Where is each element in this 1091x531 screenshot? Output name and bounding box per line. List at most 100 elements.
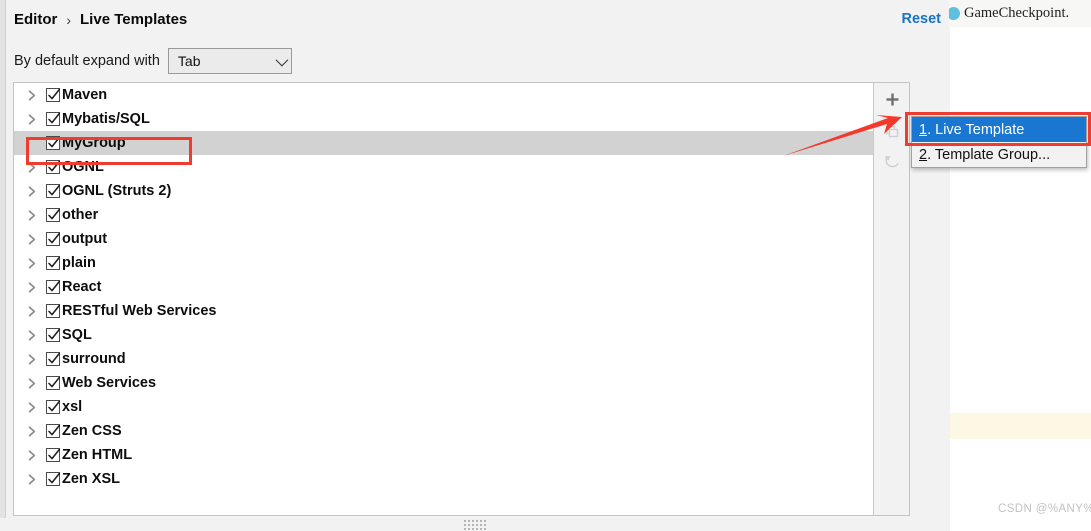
copy-icon xyxy=(885,125,899,138)
tree-row-label: MyGroup xyxy=(62,135,126,151)
editor-tab-gamecheckpoint[interactable]: GameCheckpoint. xyxy=(948,0,1091,27)
tree-row[interactable]: plain xyxy=(14,251,893,275)
plus-icon xyxy=(886,93,898,105)
tree-row-label: OGNL xyxy=(62,159,104,175)
revert-button[interactable] xyxy=(874,147,910,179)
group-enabled-checkbox[interactable] xyxy=(46,160,60,174)
tree-row[interactable]: Mybatis/SQL xyxy=(14,107,893,131)
tree-row[interactable]: Zen CSS xyxy=(14,419,893,443)
tree-row[interactable]: other xyxy=(14,203,893,227)
chevron-right-icon[interactable] xyxy=(28,257,42,269)
watermark-text: CSDN @%ANY% xyxy=(998,503,1091,515)
editor-area[interactable] xyxy=(949,27,1091,531)
tree-row-label: xsl xyxy=(62,399,83,415)
tree-row-label: Zen CSS xyxy=(62,423,122,439)
template-groups-panel: Maven Mybatis/SQL MyGroup OGNL OGNL (Struts … xyxy=(13,82,910,516)
group-enabled-checkbox[interactable] xyxy=(46,328,60,342)
chevron-right-icon[interactable] xyxy=(28,449,42,461)
panel-splitter[interactable] xyxy=(0,518,949,531)
group-enabled-checkbox[interactable] xyxy=(46,88,60,102)
chevron-right-icon[interactable] xyxy=(28,473,42,485)
tree-row[interactable]: Zen HTML xyxy=(14,443,893,467)
tree-row[interactable]: MyGroup xyxy=(14,131,893,155)
expand-with-value: Tab xyxy=(177,53,201,69)
menu-item-label: . Template Group... xyxy=(927,146,1051,163)
tree-row[interactable]: SQL xyxy=(14,323,893,347)
group-enabled-checkbox[interactable] xyxy=(46,304,60,318)
undo-arrow-icon xyxy=(885,156,899,168)
chevron-right-icon[interactable] xyxy=(28,425,42,437)
chevron-right-icon[interactable] xyxy=(28,281,42,293)
tree-row-label: SQL xyxy=(62,327,92,343)
group-enabled-checkbox[interactable] xyxy=(46,400,60,414)
chevron-right-icon[interactable] xyxy=(28,185,42,197)
duplicate-button[interactable] xyxy=(874,115,910,147)
breadcrumb: Editor › Live Templates xyxy=(14,11,187,28)
group-enabled-checkbox[interactable] xyxy=(46,232,60,246)
add-button[interactable] xyxy=(874,83,910,115)
tree-row-label: Zen HTML xyxy=(62,447,133,463)
chevron-right-icon[interactable] xyxy=(28,89,42,101)
breadcrumb-current: Live Templates xyxy=(80,11,188,28)
chevron-right-icon[interactable] xyxy=(28,353,42,365)
tree-row-label: Maven xyxy=(62,87,108,103)
chevron-right-icon[interactable] xyxy=(28,401,42,413)
tree-row-label: React xyxy=(62,279,102,295)
java-file-icon xyxy=(949,7,960,20)
tree-row-label: Zen XSL xyxy=(62,471,121,487)
tree-row-label: Mybatis/SQL xyxy=(62,111,150,127)
chevron-down-icon xyxy=(275,53,289,66)
tree-row[interactable]: OGNL xyxy=(14,155,893,179)
tree-row[interactable]: xsl xyxy=(14,395,893,419)
add-template-popup-menu[interactable]: 1. Live Template 2. Template Group... xyxy=(911,116,1087,168)
tree-row[interactable]: Maven xyxy=(14,83,893,107)
group-enabled-checkbox[interactable] xyxy=(46,184,60,198)
group-enabled-checkbox[interactable] xyxy=(46,448,60,462)
group-enabled-checkbox[interactable] xyxy=(46,208,60,222)
tree-row[interactable]: Web Services xyxy=(14,371,893,395)
group-enabled-checkbox[interactable] xyxy=(46,376,60,390)
panel-left-edge xyxy=(0,0,6,531)
reset-button[interactable]: Reset xyxy=(902,11,942,27)
chevron-right-icon[interactable] xyxy=(28,329,42,341)
tree-row-label: other xyxy=(62,207,99,223)
editor-highlighted-line xyxy=(950,413,1091,439)
group-enabled-checkbox[interactable] xyxy=(46,424,60,438)
menu-item-mnemonic: 1 xyxy=(919,121,928,138)
group-enabled-checkbox[interactable] xyxy=(46,352,60,366)
chevron-right-icon[interactable] xyxy=(28,233,42,245)
tree-row[interactable]: output xyxy=(14,227,893,251)
breadcrumb-root[interactable]: Editor xyxy=(14,11,57,28)
tree-row-label: RESTful Web Services xyxy=(62,303,217,319)
group-enabled-checkbox[interactable] xyxy=(46,256,60,270)
tree-row-label: output xyxy=(62,231,108,247)
tree-row[interactable]: React xyxy=(14,275,893,299)
chevron-right-icon[interactable] xyxy=(28,305,42,317)
chevron-right-icon[interactable] xyxy=(28,161,42,173)
expand-with-select[interactable]: Tab xyxy=(167,48,292,74)
expand-with-row: By default expand with Tab xyxy=(14,48,292,74)
tree-row-label: OGNL (Struts 2) xyxy=(62,183,172,199)
tree-row[interactable]: surround xyxy=(14,347,893,371)
tree-row-label: plain xyxy=(62,255,96,271)
group-enabled-checkbox[interactable] xyxy=(46,136,60,150)
tree-row[interactable]: RESTful Web Services xyxy=(14,299,893,323)
template-groups-tree[interactable]: Maven Mybatis/SQL MyGroup OGNL OGNL (Struts … xyxy=(14,83,893,515)
menu-item-label: . Live Template xyxy=(927,121,1025,138)
chevron-right-icon[interactable] xyxy=(28,113,42,125)
tree-action-toolbar xyxy=(873,83,909,515)
chevron-right-icon: › xyxy=(66,11,72,28)
editor-tab-label: GameCheckpoint. xyxy=(964,5,1070,21)
tree-row[interactable]: Zen XSL xyxy=(14,467,893,491)
expand-with-label: By default expand with xyxy=(14,53,160,69)
menu-item-mnemonic: 2 xyxy=(919,146,928,163)
menu-item[interactable]: 2. Template Group... xyxy=(912,142,1086,167)
tree-row-label: Web Services xyxy=(62,375,157,391)
chevron-right-icon[interactable] xyxy=(28,209,42,221)
chevron-right-icon[interactable] xyxy=(28,377,42,389)
group-enabled-checkbox[interactable] xyxy=(46,112,60,126)
group-enabled-checkbox[interactable] xyxy=(46,472,60,486)
group-enabled-checkbox[interactable] xyxy=(46,280,60,294)
menu-item[interactable]: 1. Live Template xyxy=(912,117,1086,142)
tree-row[interactable]: OGNL (Struts 2) xyxy=(14,179,893,203)
